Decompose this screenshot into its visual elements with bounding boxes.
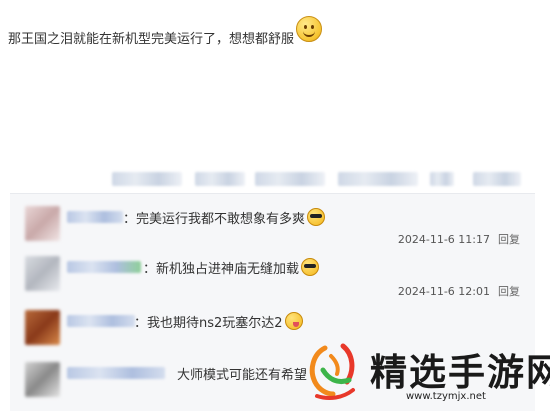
avatar[interactable] (25, 310, 60, 345)
comment-text: 新机独占进神庙无缝加载 (156, 262, 300, 277)
comment-time: 2024-11-6 11:17 (397, 233, 490, 246)
comment-meta: 2024-11-6 11:17 回复 (398, 231, 520, 247)
blurred-action-item[interactable] (430, 172, 454, 186)
comment-content: ：我也期待ns2玩塞尔达2 (134, 312, 303, 331)
blurred-action-item[interactable] (195, 172, 245, 186)
comment-text: 大师模式可能还有希望 (177, 368, 308, 383)
blurred-action-item[interactable] (338, 172, 418, 186)
comment-time: 2024-11-6 12:01 (397, 285, 490, 298)
avatar[interactable] (25, 362, 60, 397)
blurred-action-item[interactable] (473, 172, 521, 186)
tongue-icon (284, 312, 303, 330)
blurred-action-item[interactable] (112, 172, 182, 186)
comment-text: 我也期待ns2玩塞尔达2 (147, 316, 283, 331)
watermark-title: 精选手游网 (370, 351, 550, 394)
cool-icon (307, 208, 326, 226)
post-body: 那王国之泪就能在新机型完美运行了，想想都舒服 (8, 16, 323, 50)
cool-icon (301, 258, 320, 276)
avatar[interactable] (25, 206, 60, 241)
comment-meta: 2024-11-6 12:01 回复 (398, 283, 520, 299)
username[interactable] (67, 367, 165, 379)
username[interactable] (67, 261, 141, 273)
comment-content: ：完美运行我都不敢想象有多爽 (123, 208, 326, 227)
username[interactable] (67, 211, 123, 223)
username[interactable] (67, 315, 135, 327)
watermark-url: www.tzymjx.net (406, 391, 486, 402)
avatar[interactable] (25, 256, 60, 291)
smile-icon (296, 16, 323, 42)
site-logo-icon (309, 343, 355, 400)
blurred-action-item[interactable] (255, 172, 325, 186)
post-text: 那王国之泪就能在新机型完美运行了，想想都舒服 (8, 31, 295, 47)
comment-content: 大师模式可能还有希望 (177, 364, 307, 383)
comment-text: 完美运行我都不敢想象有多爽 (136, 212, 306, 227)
site-watermark: 精选手游网 www.tzymjx.net (303, 338, 550, 410)
comment-content: ：新机独占进神庙无缝加载 (143, 258, 320, 277)
reply-link[interactable]: 回复 (498, 285, 520, 298)
reply-link[interactable]: 回复 (498, 233, 520, 246)
